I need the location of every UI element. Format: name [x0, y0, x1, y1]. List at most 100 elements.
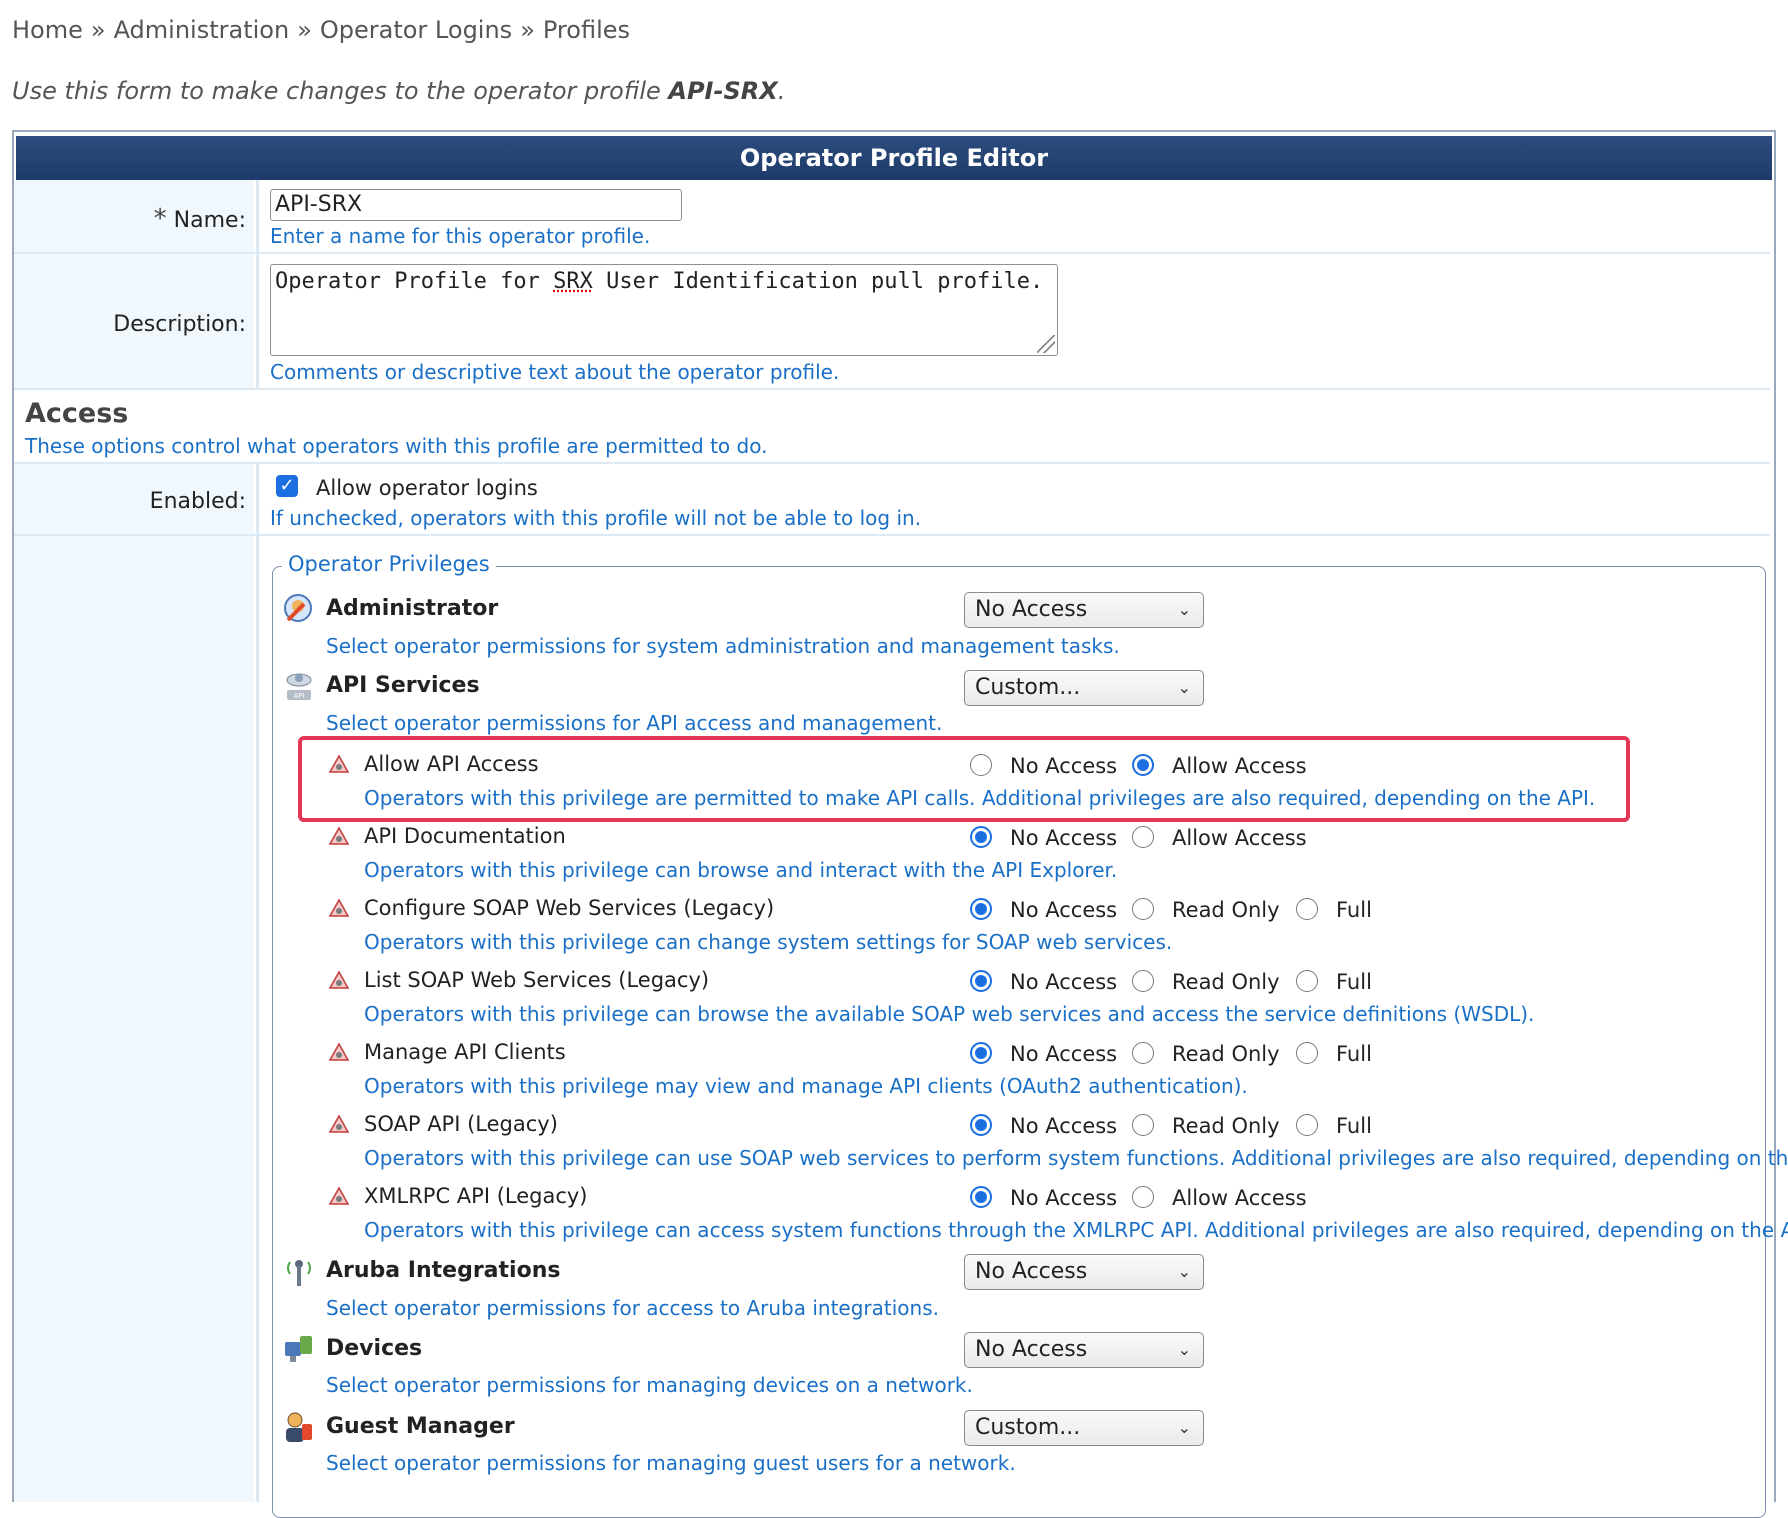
api-privilege-help: Operators with this privilege can browse… — [364, 858, 1118, 882]
radio-full[interactable] — [1296, 1042, 1318, 1064]
aruba-help: Select operator permissions for access t… — [326, 1296, 939, 1320]
enabled-label: Enabled: — [149, 489, 246, 514]
radio-read-only[interactable] — [1132, 1042, 1154, 1064]
radio-no-access[interactable] — [970, 1186, 992, 1208]
guest-manager-select[interactable]: Custom... ⌄ — [964, 1410, 1204, 1446]
antenna-icon — [287, 1260, 311, 1286]
api-privilege-help: Operators with this privilege can access… — [364, 1218, 1788, 1242]
api-privilege-help: Operators with this privilege may view a… — [364, 1074, 1248, 1098]
intro-prefix: Use this form to make changes to the ope… — [12, 77, 669, 105]
radio-label: Full — [1336, 970, 1372, 994]
breadcrumb-operator-logins-link[interactable]: Operator Logins — [320, 16, 512, 44]
radio-allow-access[interactable] — [1132, 826, 1154, 848]
privilege-aruba-title: Aruba Integrations — [326, 1258, 561, 1283]
aruba-integrations-select[interactable]: No Access ⌄ — [964, 1254, 1204, 1290]
allow-logins-checkbox[interactable]: ✓ — [276, 475, 298, 497]
row-divider — [14, 462, 1770, 464]
svg-text:API: API — [293, 692, 304, 700]
highlight-box — [298, 736, 1630, 822]
radio-no-access[interactable] — [970, 826, 992, 848]
breadcrumb-administration-link[interactable]: Administration — [114, 16, 290, 44]
guest-manager-help: Select operator permissions for managing… — [326, 1451, 1016, 1475]
radio-read-only[interactable] — [1132, 1114, 1154, 1136]
radio-no-access[interactable] — [970, 898, 992, 920]
chevron-down-icon: ⌄ — [1177, 1340, 1191, 1359]
devices-select[interactable]: No Access ⌄ — [964, 1332, 1204, 1368]
breadcrumb-separator: » — [90, 16, 106, 44]
privilege-key-icon — [328, 970, 350, 989]
privilege-key-icon — [328, 1042, 350, 1061]
radio-label: Full — [1336, 1114, 1372, 1138]
radio-label: No Access — [1010, 1186, 1118, 1210]
radio-full[interactable] — [1296, 1114, 1318, 1136]
page-intro: Use this form to make changes to the ope… — [12, 77, 785, 105]
radio-label: No Access — [1010, 1042, 1118, 1066]
api-privilege-title: Configure SOAP Web Services (Legacy) — [364, 896, 775, 920]
editor-header: Operator Profile Editor — [16, 136, 1772, 180]
api-privilege-help: Operators with this privilege can use SO… — [364, 1146, 1788, 1170]
radio-label: Read Only — [1172, 898, 1280, 922]
privilege-administrator-title: Administrator — [326, 596, 499, 621]
api-privilege-help: Operators with this privilege can change… — [364, 930, 1173, 954]
radio-no-access[interactable] — [970, 970, 992, 992]
privilege-key-icon — [328, 898, 350, 917]
name-label-text: Name: — [173, 208, 246, 233]
description-text-start: Operator Profile for — [275, 269, 554, 294]
name-field[interactable]: API-SRX — [270, 189, 682, 221]
row-divider — [14, 252, 1770, 254]
radio-allow-access[interactable] — [1132, 1186, 1154, 1208]
access-help: These options control what operators wit… — [25, 434, 768, 458]
radio-no-access[interactable] — [970, 1114, 992, 1136]
radio-full[interactable] — [1296, 898, 1318, 920]
radio-label: Read Only — [1172, 1114, 1280, 1138]
api-services-select[interactable]: Custom... ⌄ — [964, 670, 1204, 706]
api-privilege-title: API Documentation — [364, 824, 566, 848]
privilege-guest-manager-title: Guest Manager — [326, 1414, 515, 1439]
operator-privileges-legend: Operator Privileges — [282, 552, 496, 576]
allow-logins-help: If unchecked, operators with this profil… — [270, 506, 922, 530]
radio-label: No Access — [1010, 898, 1118, 922]
privilege-api-services-title: API Services — [326, 673, 480, 698]
privilege-devices-title: Devices — [326, 1336, 423, 1361]
description-field[interactable]: Operator Profile for SRX User Identifica… — [270, 264, 1058, 356]
chevron-down-icon: ⌄ — [1177, 600, 1191, 619]
aruba-select-value: No Access — [975, 1259, 1088, 1284]
radio-no-access[interactable] — [970, 1042, 992, 1064]
allow-logins-label: Allow operator logins — [316, 476, 538, 500]
spellcheck-flagged-word: SRX — [553, 269, 593, 294]
privilege-key-icon — [328, 1114, 350, 1133]
description-text-end: User Identification pull profile. — [592, 269, 1044, 294]
column-divider — [256, 464, 259, 1502]
resize-handle[interactable] — [1037, 335, 1055, 353]
breadcrumb-separator: » — [520, 16, 535, 44]
radio-read-only[interactable] — [1132, 970, 1154, 992]
column-divider — [256, 180, 259, 388]
radio-label: Full — [1336, 898, 1372, 922]
row-divider — [14, 388, 1770, 390]
api-privilege-title: Manage API Clients — [364, 1040, 566, 1064]
privilege-key-icon — [328, 1186, 350, 1205]
radio-label: Full — [1336, 1042, 1372, 1066]
chevron-down-icon: ⌄ — [1177, 1262, 1191, 1281]
api-privilege-title: List SOAP Web Services (Legacy) — [364, 968, 710, 992]
guest-manager-icon — [286, 1412, 312, 1442]
breadcrumb-home-link[interactable]: Home — [12, 16, 83, 44]
row-divider — [14, 534, 1770, 536]
breadcrumb-separator: » — [297, 16, 312, 44]
radio-full[interactable] — [1296, 970, 1318, 992]
api-privilege-title: XMLRPC API (Legacy) — [364, 1184, 588, 1208]
administrator-select[interactable]: No Access ⌄ — [964, 592, 1204, 628]
radio-label: Read Only — [1172, 1042, 1280, 1066]
required-mark: * — [153, 204, 167, 234]
privilege-key-icon — [328, 826, 350, 845]
radio-label: Allow Access — [1172, 826, 1307, 850]
api-privilege-title: SOAP API (Legacy) — [364, 1112, 558, 1136]
radio-read-only[interactable] — [1132, 898, 1154, 920]
administrator-select-value: No Access — [975, 597, 1088, 622]
radio-label: No Access — [1010, 826, 1118, 850]
chevron-down-icon: ⌄ — [1177, 1418, 1191, 1437]
description-label: Description: — [113, 312, 246, 337]
devices-help: Select operator permissions for managing… — [326, 1373, 973, 1397]
radio-label: Read Only — [1172, 970, 1280, 994]
devices-select-value: No Access — [975, 1337, 1088, 1362]
